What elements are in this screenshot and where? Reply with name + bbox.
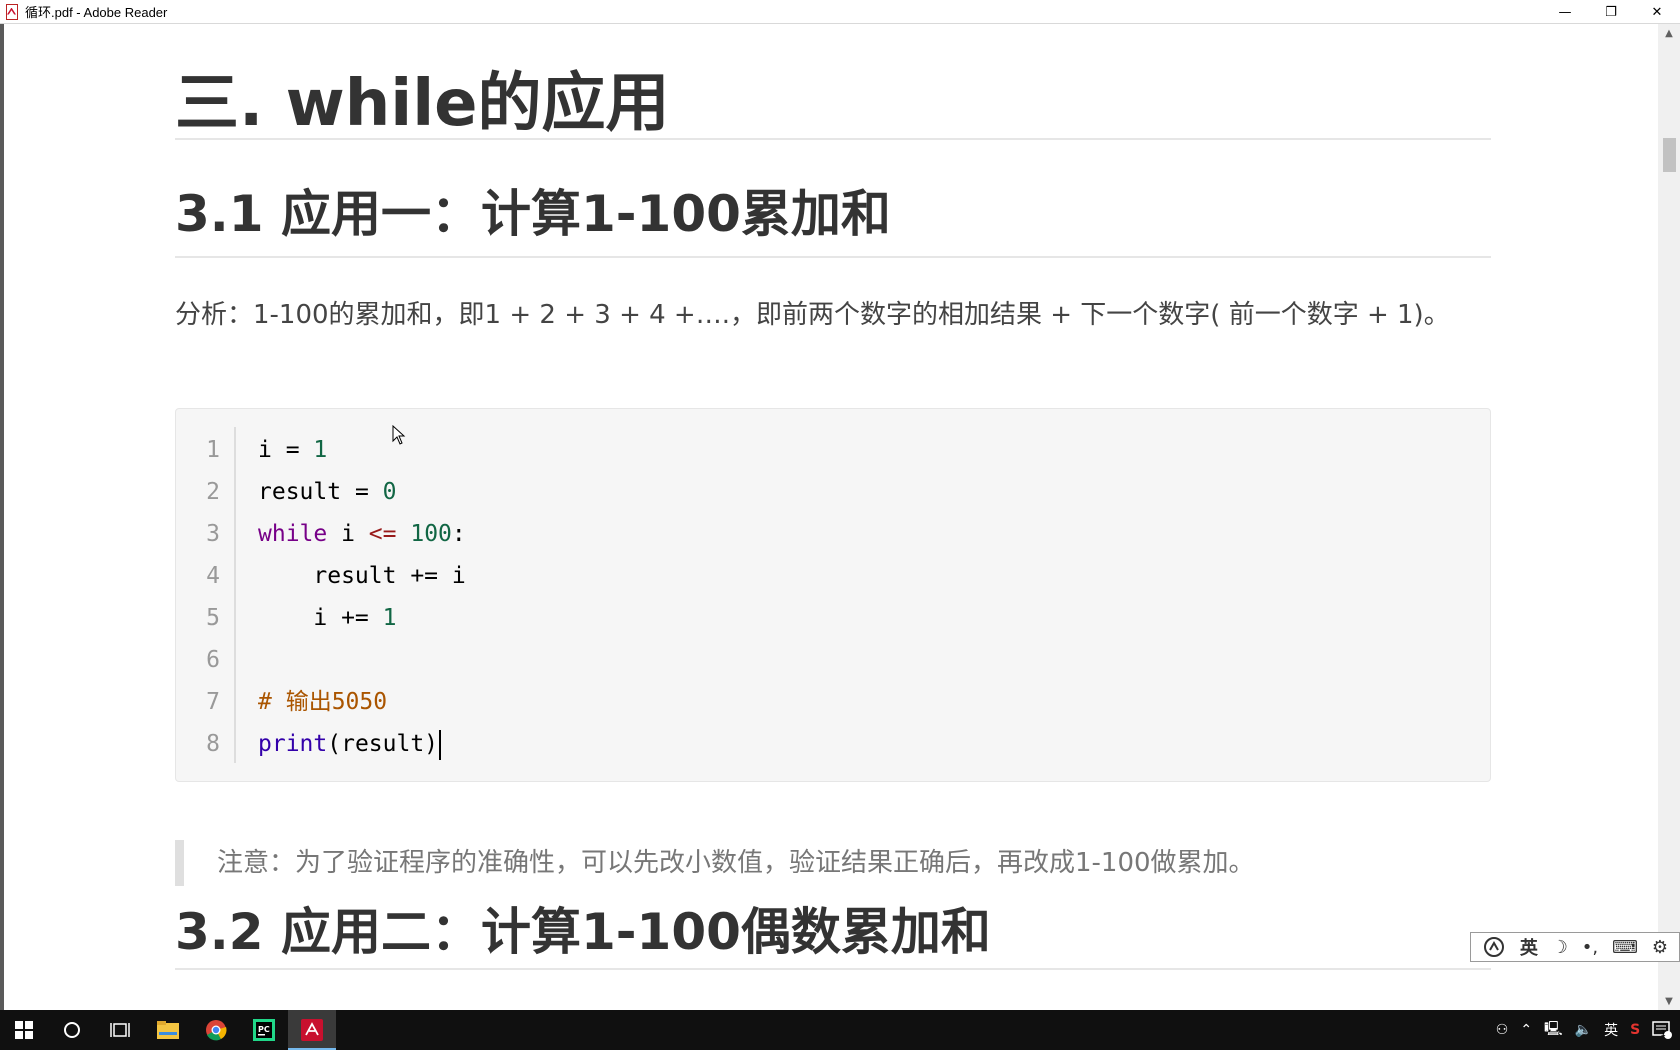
svg-text:PC: PC xyxy=(258,1025,270,1034)
analysis-paragraph: 分析：1-100的累加和，即1 + 2 + 3 + 4 +….，即前两个数字的相… xyxy=(175,300,1450,330)
line-number: 5 xyxy=(206,605,220,631)
code-token: 0 xyxy=(382,479,397,505)
notification-count: 1 xyxy=(1660,1029,1666,1039)
ime-toolbar: 英 ☽ •, ⌨ ⚙ xyxy=(1470,932,1680,962)
heading-1: 三. while的应用 xyxy=(175,67,670,141)
code-token: i xyxy=(258,437,286,463)
line-number: 7 xyxy=(206,689,220,715)
blockquote-bar xyxy=(175,840,184,886)
gutter-divider xyxy=(234,427,236,763)
code-token: (result) xyxy=(327,731,439,757)
chevron-up-icon[interactable]: ⌃ xyxy=(1514,1022,1538,1038)
notification-center-icon[interactable]: 1 xyxy=(1646,1021,1680,1039)
heading-2-app1-divider xyxy=(175,256,1491,258)
window-title: 循环.pdf - Adobe Reader xyxy=(25,5,168,20)
sogou-logo-icon[interactable] xyxy=(1482,935,1506,959)
system-tray: ⚇ ⌃ 🖳 🔈 英 S 1 xyxy=(1490,1010,1680,1050)
heading-2-app1: 3.1 应用一：计算1-100累加和 xyxy=(175,185,891,243)
scroll-down-arrow-icon[interactable]: ▼ xyxy=(1658,992,1680,1010)
cortana-search-icon[interactable] xyxy=(48,1010,96,1050)
adobe-reader-icon[interactable] xyxy=(288,1010,336,1050)
code-token: result xyxy=(258,479,355,505)
code-block[interactable]: 12345678 i = 1 result = 0 while i <= 100: … xyxy=(175,408,1491,782)
ime-language-toggle[interactable]: 英 xyxy=(1520,934,1538,960)
code-token: i += xyxy=(258,605,383,631)
code-token: 1 xyxy=(313,437,328,463)
note-text: 注意：为了验证程序的准确性，可以先改小数值，验证结果正确后，再改成1-100做累… xyxy=(217,848,1255,878)
window-controls: — ❐ ✕ xyxy=(1542,0,1680,24)
line-number-gutter: 1 2 3 4 5 6 7 8 xyxy=(176,429,236,765)
text-caret xyxy=(439,729,442,760)
code-token: i xyxy=(327,521,369,547)
chrome-icon[interactable] xyxy=(192,1010,240,1050)
code-token: = xyxy=(354,479,369,505)
code-token: print xyxy=(258,731,328,757)
line-number: 2 xyxy=(206,479,220,505)
code-token: while xyxy=(258,521,328,547)
moon-icon[interactable]: ☽ xyxy=(1552,937,1568,958)
tray-language-indicator[interactable]: 英 xyxy=(1598,1020,1624,1040)
code-token: = xyxy=(285,437,300,463)
heading-2-app2-divider xyxy=(175,968,1491,970)
task-view-icon[interactable] xyxy=(96,1010,144,1050)
line-number: 6 xyxy=(206,647,220,673)
file-explorer-icon[interactable] xyxy=(144,1010,192,1050)
pdf-page: 三. while的应用 3.1 应用一：计算1-100累加和 分析：1-100的… xyxy=(4,24,1662,1010)
code-token: result += i xyxy=(258,563,466,589)
code-line: result = 0 xyxy=(258,471,466,513)
sogou-tray-icon[interactable]: S xyxy=(1624,1022,1646,1038)
heading-1-divider xyxy=(175,138,1491,140)
pycharm-icon[interactable]: PC xyxy=(240,1010,288,1050)
code-token: : xyxy=(451,521,466,547)
punctuation-icon[interactable]: •, xyxy=(1582,937,1598,958)
code-line: result += i xyxy=(258,555,466,597)
restore-button[interactable]: ❐ xyxy=(1588,0,1634,24)
windows-start-icon[interactable] xyxy=(0,1010,48,1050)
code-token: 100 xyxy=(410,521,452,547)
code-line: i += 1 xyxy=(258,597,466,639)
line-number: 8 xyxy=(206,731,220,757)
keyboard-icon[interactable]: ⌨ xyxy=(1612,937,1638,958)
adobe-reader-app-icon[interactable] xyxy=(3,3,21,21)
scroll-up-arrow-icon[interactable]: ▲ xyxy=(1658,24,1680,42)
heading-2-app2: 3.2 应用二：计算1-100偶数累加和 xyxy=(175,903,991,961)
people-icon[interactable]: ⚇ xyxy=(1490,1022,1515,1038)
network-icon[interactable]: 🖳 xyxy=(1538,1018,1569,1042)
code-line: i = 1 xyxy=(258,429,466,471)
note-blockquote: 注意：为了验证程序的准确性，可以先改小数值，验证结果正确后，再改成1-100做累… xyxy=(175,840,1491,886)
volume-icon[interactable]: 🔈 xyxy=(1569,1022,1598,1038)
minimize-button[interactable]: — xyxy=(1542,0,1588,24)
line-number: 3 xyxy=(206,521,220,547)
code-token: <= xyxy=(368,521,397,547)
mouse-pointer-icon xyxy=(392,425,406,445)
code-token: 1 xyxy=(382,605,397,631)
code-line: print(result) xyxy=(258,723,466,765)
code-token: # 输出5050 xyxy=(258,689,388,715)
line-number: 1 xyxy=(206,437,220,463)
code-line: while i <= 100: xyxy=(258,513,466,555)
line-number: 4 xyxy=(206,563,220,589)
code-line: # 输出5050 xyxy=(258,681,466,723)
scrollbar-thumb[interactable] xyxy=(1663,138,1676,172)
code-lines[interactable]: i = 1 result = 0 while i <= 100: result +=… xyxy=(258,429,466,765)
title-bar: 循环.pdf - Adobe Reader — ❐ ✕ xyxy=(0,0,1680,24)
gear-icon[interactable]: ⚙ xyxy=(1652,937,1668,958)
taskbar: PC ⚇ ⌃ 🖳 🔈 英 S 1 xyxy=(0,1010,1680,1050)
document-viewer[interactable]: 三. while的应用 3.1 应用一：计算1-100累加和 分析：1-100的… xyxy=(0,24,1680,1010)
vertical-scrollbar[interactable]: ▲ ▼ xyxy=(1658,24,1680,1010)
close-button[interactable]: ✕ xyxy=(1634,0,1680,24)
